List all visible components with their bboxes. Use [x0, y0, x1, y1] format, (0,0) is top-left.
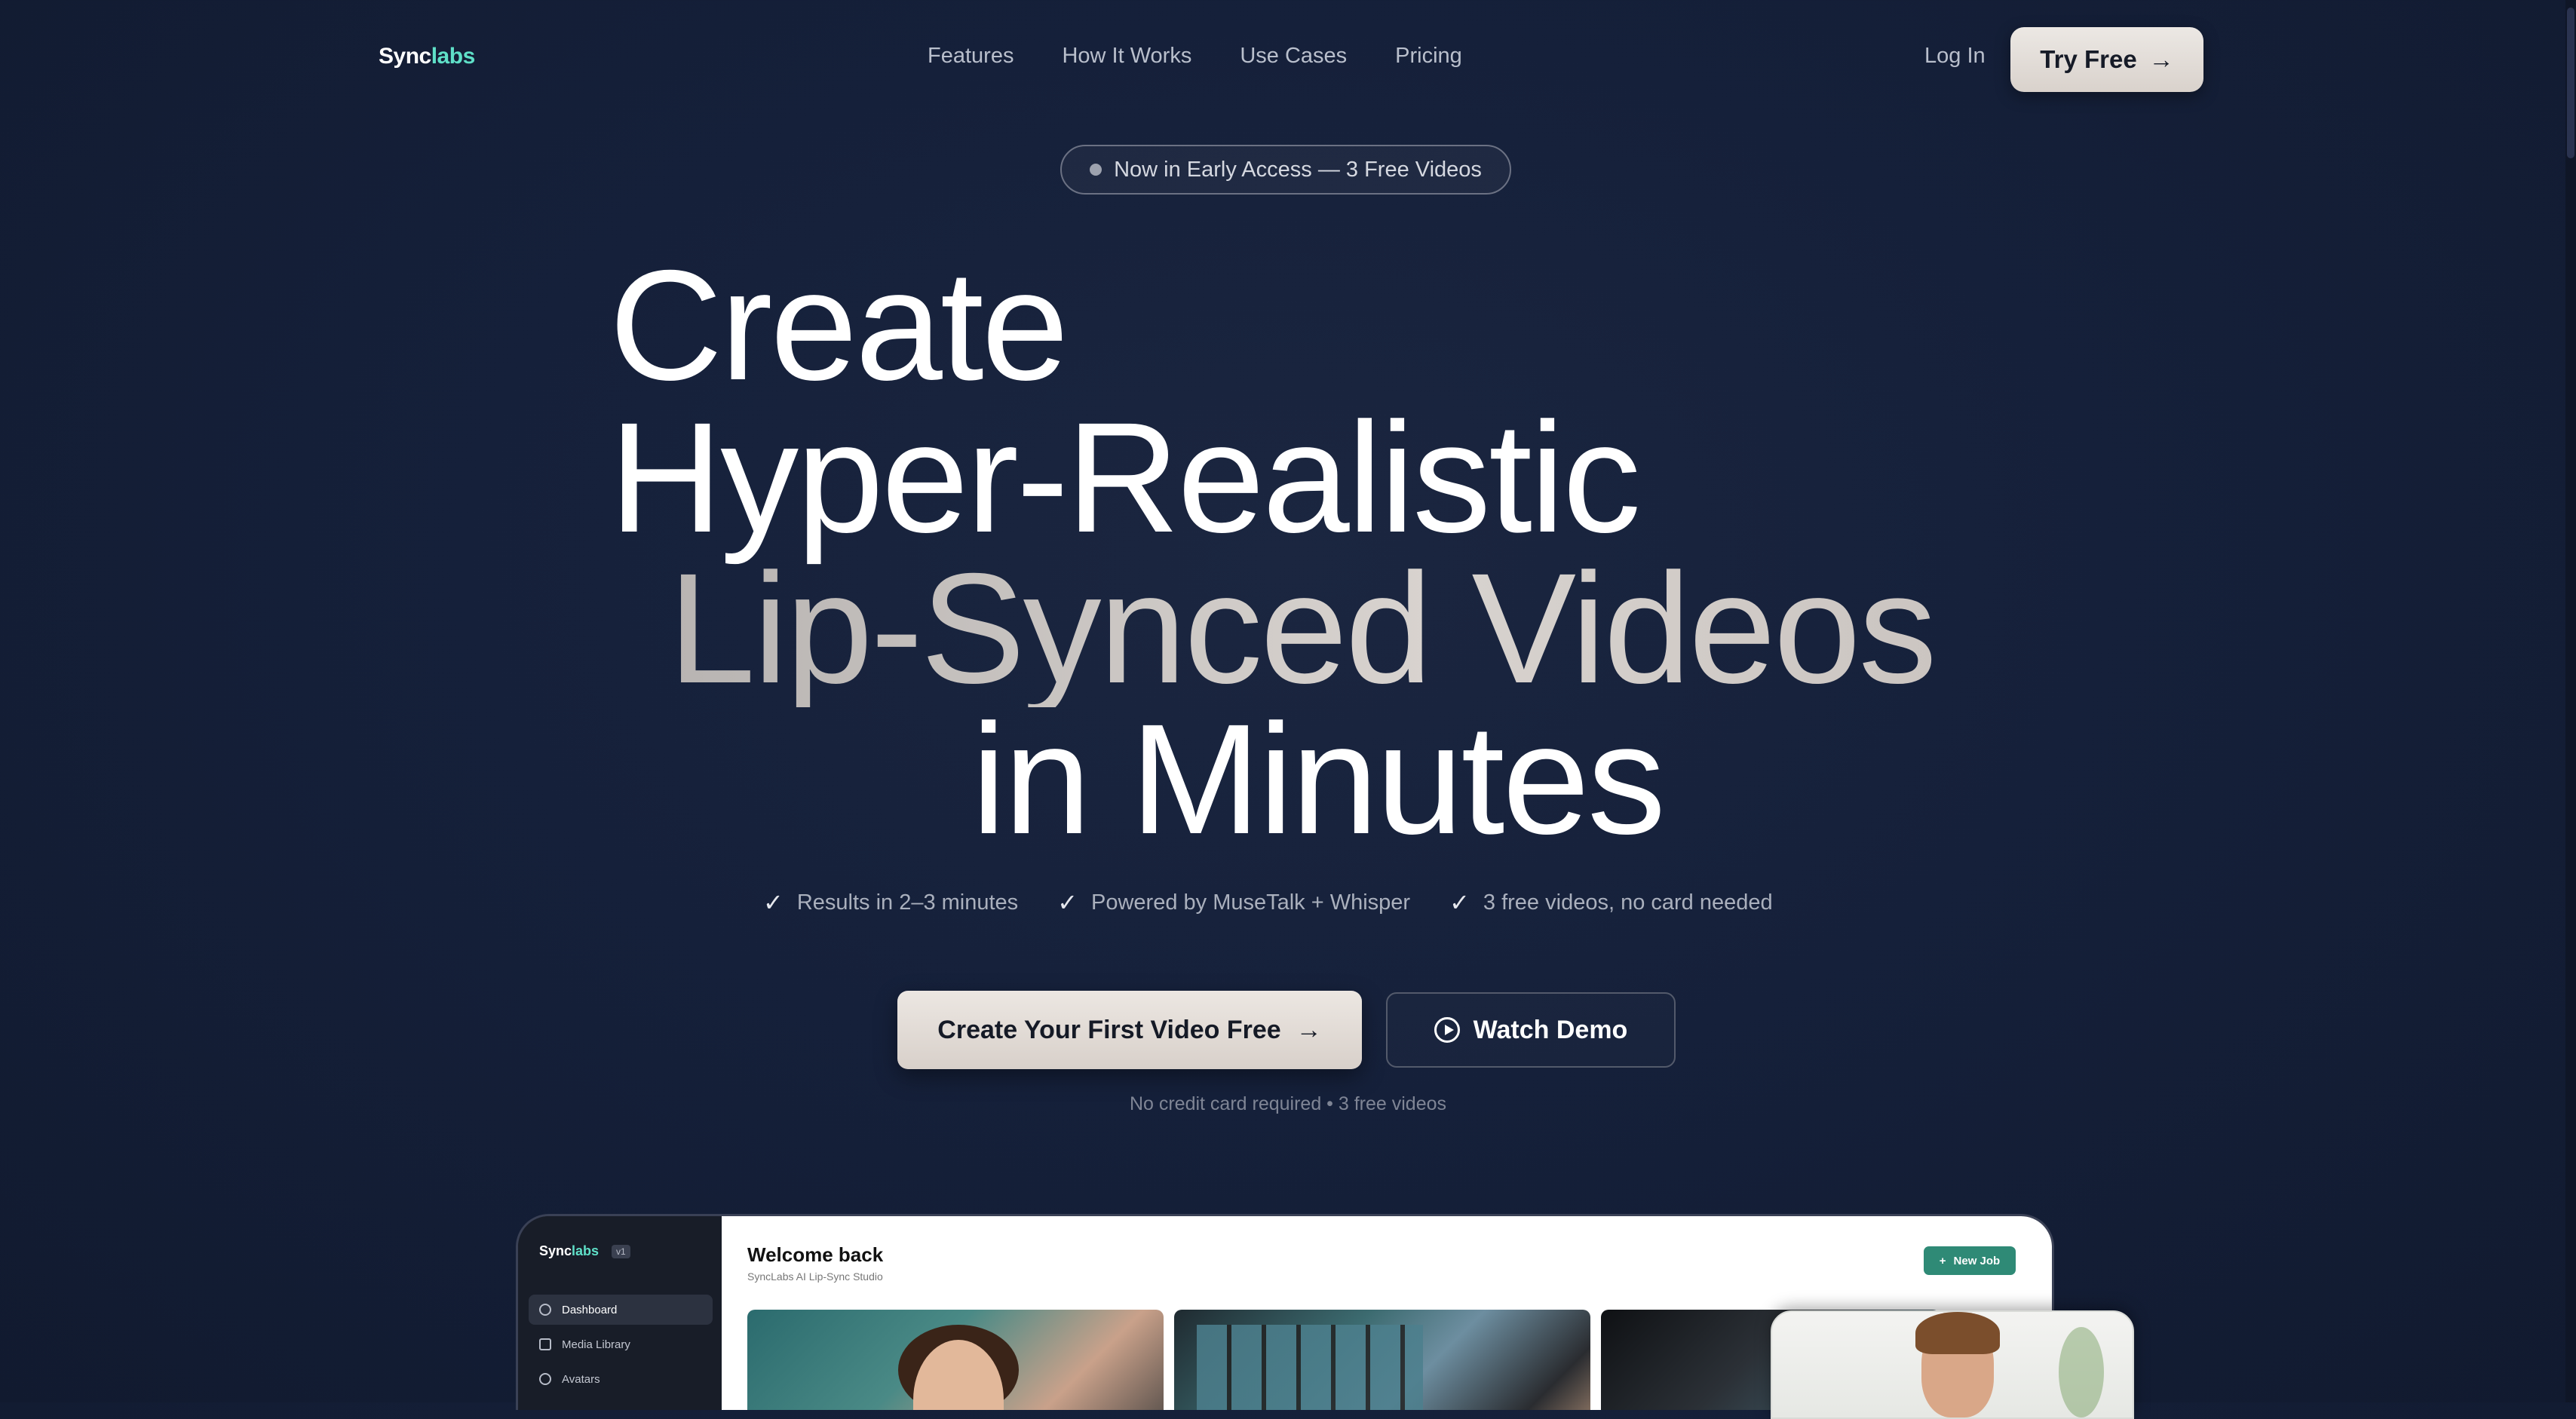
logo-part-1: Sync: [379, 44, 431, 69]
play-circle-icon: [1434, 1017, 1460, 1043]
top-navigation: Synclabs Features How It Works Use Cases…: [0, 0, 2576, 121]
early-access-badge: Now in Early Access — 3 Free Videos: [1060, 145, 1511, 195]
plant-image: [2059, 1327, 2104, 1417]
check-icon: ✓: [763, 889, 784, 916]
logo-part-2: labs: [431, 44, 476, 69]
check-icon: ✓: [1057, 889, 1078, 916]
arrow-right-icon: →: [2148, 45, 2174, 73]
check-item: ✓ Results in 2–3 minutes: [763, 888, 1018, 917]
create-first-video-button[interactable]: Create Your First Video Free →: [897, 991, 1362, 1069]
new-job-label: New Job: [1953, 1254, 2001, 1267]
cta-primary-label: Create Your First Video Free: [937, 1015, 1281, 1044]
welcome-title: Welcome back: [747, 1243, 884, 1266]
nav-links: Features How It Works Use Cases Pricing: [928, 44, 1462, 69]
headline-line-3: Lip-Synced Videos: [668, 541, 1937, 716]
login-link[interactable]: Log In: [1924, 44, 1986, 69]
check-text: 3 free videos, no card needed: [1483, 890, 1773, 915]
avatar-preview-card[interactable]: [1771, 1310, 2134, 1419]
folder-icon: [539, 1338, 551, 1350]
nav-link-pricing[interactable]: Pricing: [1395, 44, 1462, 69]
new-job-button[interactable]: + New Job: [1924, 1246, 2016, 1275]
dashboard-icon: [539, 1304, 551, 1316]
check-item: ✓ 3 free videos, no card needed: [1449, 888, 1773, 917]
check-text: Results in 2–3 minutes: [796, 890, 1019, 915]
arrow-right-icon: →: [1296, 1015, 1322, 1044]
welcome-subtitle: SyncLabs AI Lip-Sync Studio: [747, 1270, 883, 1283]
sidebar-item-dashboard[interactable]: Dashboard: [529, 1295, 713, 1325]
sidebar-item-label: Media Library: [562, 1338, 630, 1351]
nav-link-use-cases[interactable]: Use Cases: [1240, 44, 1347, 69]
avatar-hair-image: [1915, 1312, 2000, 1354]
thumbnail-image: [1197, 1325, 1423, 1410]
page-scrollbar[interactable]: [2565, 0, 2576, 1402]
headline-line-2: Hyper-Realistic: [609, 391, 1641, 565]
plus-icon: +: [1939, 1254, 1946, 1267]
video-thumbnail[interactable]: [1174, 1310, 1590, 1410]
nav-link-how-it-works[interactable]: How It Works: [1062, 44, 1191, 69]
user-icon: [539, 1373, 551, 1385]
watch-demo-button[interactable]: Watch Demo: [1386, 992, 1676, 1068]
sidebar-item-label: Avatars: [562, 1372, 600, 1386]
app-logo: Synclabs: [539, 1243, 599, 1259]
dot-icon: [1090, 164, 1102, 176]
try-free-label: Try Free: [2040, 45, 2137, 73]
sidebar-item-media-library[interactable]: Media Library: [529, 1329, 713, 1359]
check-text: Powered by MuseTalk + Whisper: [1091, 890, 1411, 915]
video-thumbnail[interactable]: [747, 1310, 1164, 1410]
try-free-button[interactable]: Try Free →: [2010, 27, 2203, 92]
nav-link-features[interactable]: Features: [928, 44, 1014, 69]
app-sidebar: Synclabs v1 Dashboard Media Library Avat…: [518, 1216, 722, 1410]
app-logo-part-2: labs: [572, 1243, 600, 1258]
headline-line-1: Create: [609, 238, 1069, 413]
app-logo-part-1: Sync: [539, 1243, 572, 1258]
version-badge: v1: [612, 1245, 630, 1258]
brand-logo[interactable]: Synclabs: [379, 44, 475, 69]
headline-line-4: in Minutes: [971, 692, 1666, 867]
check-item: ✓ Powered by MuseTalk + Whisper: [1057, 888, 1410, 917]
cta-secondary-label: Watch Demo: [1473, 1015, 1628, 1044]
sidebar-item-avatars[interactable]: Avatars: [529, 1364, 713, 1394]
sidebar-item-label: Dashboard: [562, 1303, 618, 1316]
check-icon: ✓: [1449, 889, 1470, 916]
badge-text: Now in Early Access — 3 Free Videos: [1114, 157, 1482, 182]
cta-note: No credit card required • 3 free videos: [1129, 1093, 1447, 1114]
feature-checks: ✓ Results in 2–3 minutes ✓ Powered by Muse…: [763, 888, 1773, 917]
